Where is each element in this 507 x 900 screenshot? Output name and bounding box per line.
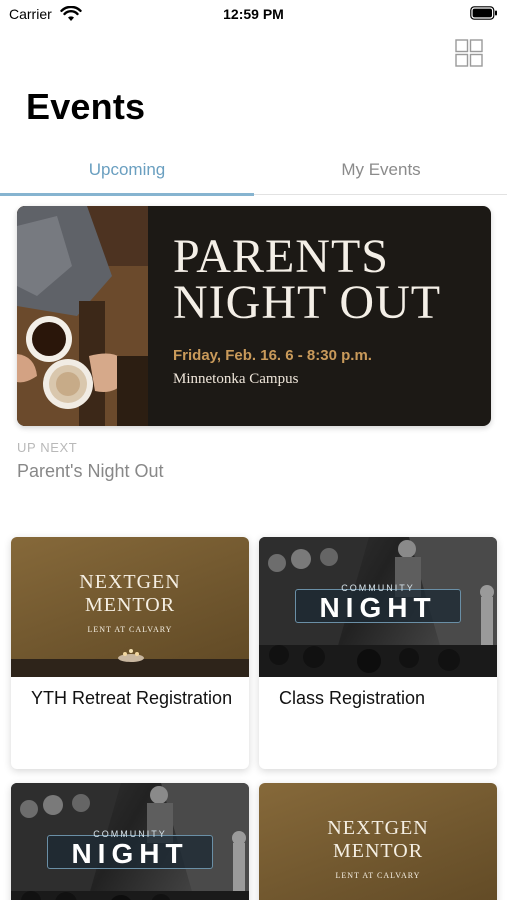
image-text-line1: NEXTGEN [79,571,181,593]
image-night-text: NIGHT [319,592,437,623]
event-card-title: Class Registration [279,688,426,708]
event-card-image: COMMUNITY NIGHT [259,537,497,677]
status-bar: Carrier 12:59 PM [0,0,507,28]
image-text-line2: MENTOR [332,840,424,862]
candles-decoration [118,649,144,662]
event-card[interactable]: COMMUNITY NIGHT Class Registration [259,537,497,769]
up-next-label: UP NEXT [17,440,78,455]
battery-icon [470,6,497,20]
page-title: Events [26,86,146,127]
featured-event-banner[interactable]: PARENTS NIGHT OUT Friday, Feb. 16. 6 - 8… [17,206,491,426]
tab-selected-indicator [0,193,254,196]
banner-title: PARENTS NIGHT OUT [173,230,442,329]
event-card[interactable]: NEXTGEN MENTOR LENT AT CALVARY YTH Retre… [11,537,249,769]
image-text-line3: LENT AT CALVARY [87,625,173,634]
grid-view-toggle-icon[interactable] [455,39,483,67]
tab-upcoming[interactable]: Upcoming [0,150,254,194]
banner-date: Friday, Feb. 16. 6 - 8:30 p.m. [173,347,372,364]
image-text-line1: NEXTGEN [327,817,429,839]
image-text-line3: LENT AT CALVARY [335,871,421,880]
coffee-photo [17,206,148,426]
segmented-tabs: Upcoming My Events [0,150,507,196]
banner-title-line1: PARENTS [173,230,389,283]
status-time: 12:59 PM [223,6,284,22]
image-text-line2: MENTOR [84,594,176,616]
event-card[interactable]: NEXTGEN MENTOR LENT AT CALVARY [259,783,497,900]
banner-campus: Minnetonka Campus [173,371,299,387]
banner-title-line2: NIGHT OUT [173,276,442,329]
tab-my-events[interactable]: My Events [254,150,507,194]
event-card-image: NEXTGEN MENTOR LENT AT CALVARY [11,537,249,677]
event-card-image: COMMUNITY NIGHT [11,783,249,900]
event-card[interactable]: COMMUNITY NIGHT [11,783,249,900]
event-card-image: NEXTGEN MENTOR LENT AT CALVARY [259,783,497,900]
image-night-text: NIGHT [71,838,189,869]
event-card-title: YTH Retreat Registration [31,688,233,708]
up-next-event-title[interactable]: Parent's Night Out [17,461,164,482]
